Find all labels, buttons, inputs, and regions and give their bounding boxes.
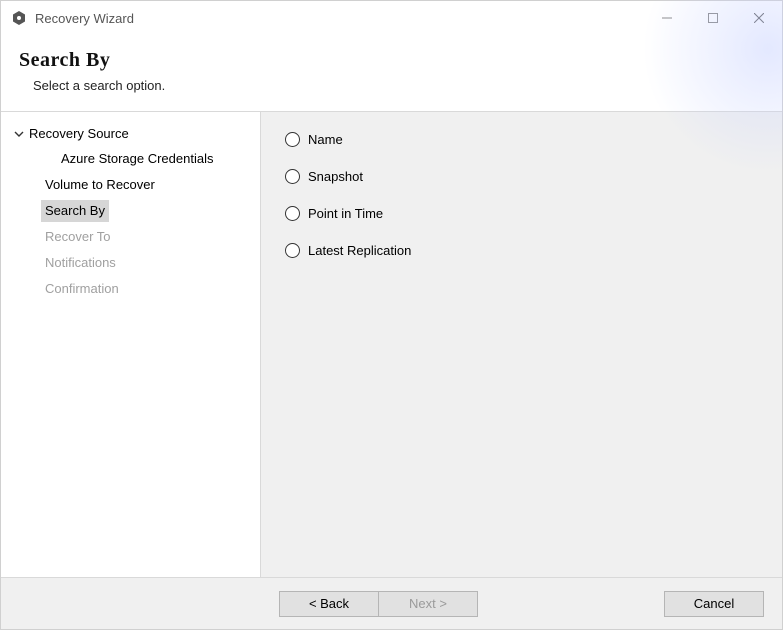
radio-label: Name [308,132,343,147]
radio-option-point-in-time[interactable]: Point in Time [285,206,758,221]
tree-item-label: Azure Storage Credentials [57,148,217,170]
wizard-body: Recovery Source Azure Storage Credential… [1,111,782,577]
app-icon [11,10,27,26]
tree-root-recovery-source[interactable]: Recovery Source [11,122,256,146]
chevron-down-icon [11,129,27,139]
tree-root-label: Recovery Source [29,124,129,144]
radio-option-latest-replication[interactable]: Latest Replication [285,243,758,258]
radio-option-name[interactable]: Name [285,132,758,147]
button-label: Next > [409,596,447,611]
tree-item-confirmation: Confirmation [41,276,256,302]
window-controls [644,1,782,35]
radio-icon [285,169,300,184]
page-subtitle: Select a search option. [19,78,764,93]
radio-icon [285,243,300,258]
radio-icon [285,132,300,147]
radio-icon [285,206,300,221]
tree-item-label: Recover To [41,226,115,248]
wizard-header: Search By Select a search option. [1,35,782,111]
page-title: Search By [19,49,764,72]
window-title: Recovery Wizard [35,11,644,26]
button-label: Cancel [694,596,734,611]
cancel-button[interactable]: Cancel [664,591,764,617]
maximize-button[interactable] [690,1,736,35]
tree-item-label: Confirmation [41,278,123,300]
radio-label: Latest Replication [308,243,411,258]
search-by-radio-group: Name Snapshot Point in Time Latest Repli… [285,132,758,258]
minimize-button[interactable] [644,1,690,35]
titlebar: Recovery Wizard [1,1,782,35]
back-button[interactable]: < Back [279,591,379,617]
button-label: < Back [309,596,349,611]
nav-button-group: < Back Next > [279,591,478,617]
wizard-steps-sidebar: Recovery Source Azure Storage Credential… [1,112,261,577]
tree-item-recover-to: Recover To [41,224,256,250]
tree-item-label: Search By [41,200,109,222]
tree-item-volume-to-recover[interactable]: Volume to Recover [41,172,256,198]
radio-label: Point in Time [308,206,383,221]
next-button: Next > [378,591,478,617]
wizard-footer: < Back Next > Cancel [1,577,782,629]
tree-item-label: Notifications [41,252,120,274]
tree-item-notifications: Notifications [41,250,256,276]
radio-label: Snapshot [308,169,363,184]
tree-item-search-by[interactable]: Search By [41,198,256,224]
tree-item-azure-credentials[interactable]: Azure Storage Credentials [41,146,256,172]
close-button[interactable] [736,1,782,35]
radio-option-snapshot[interactable]: Snapshot [285,169,758,184]
content-panel: Name Snapshot Point in Time Latest Repli… [261,112,782,577]
tree-item-label: Volume to Recover [41,174,159,196]
